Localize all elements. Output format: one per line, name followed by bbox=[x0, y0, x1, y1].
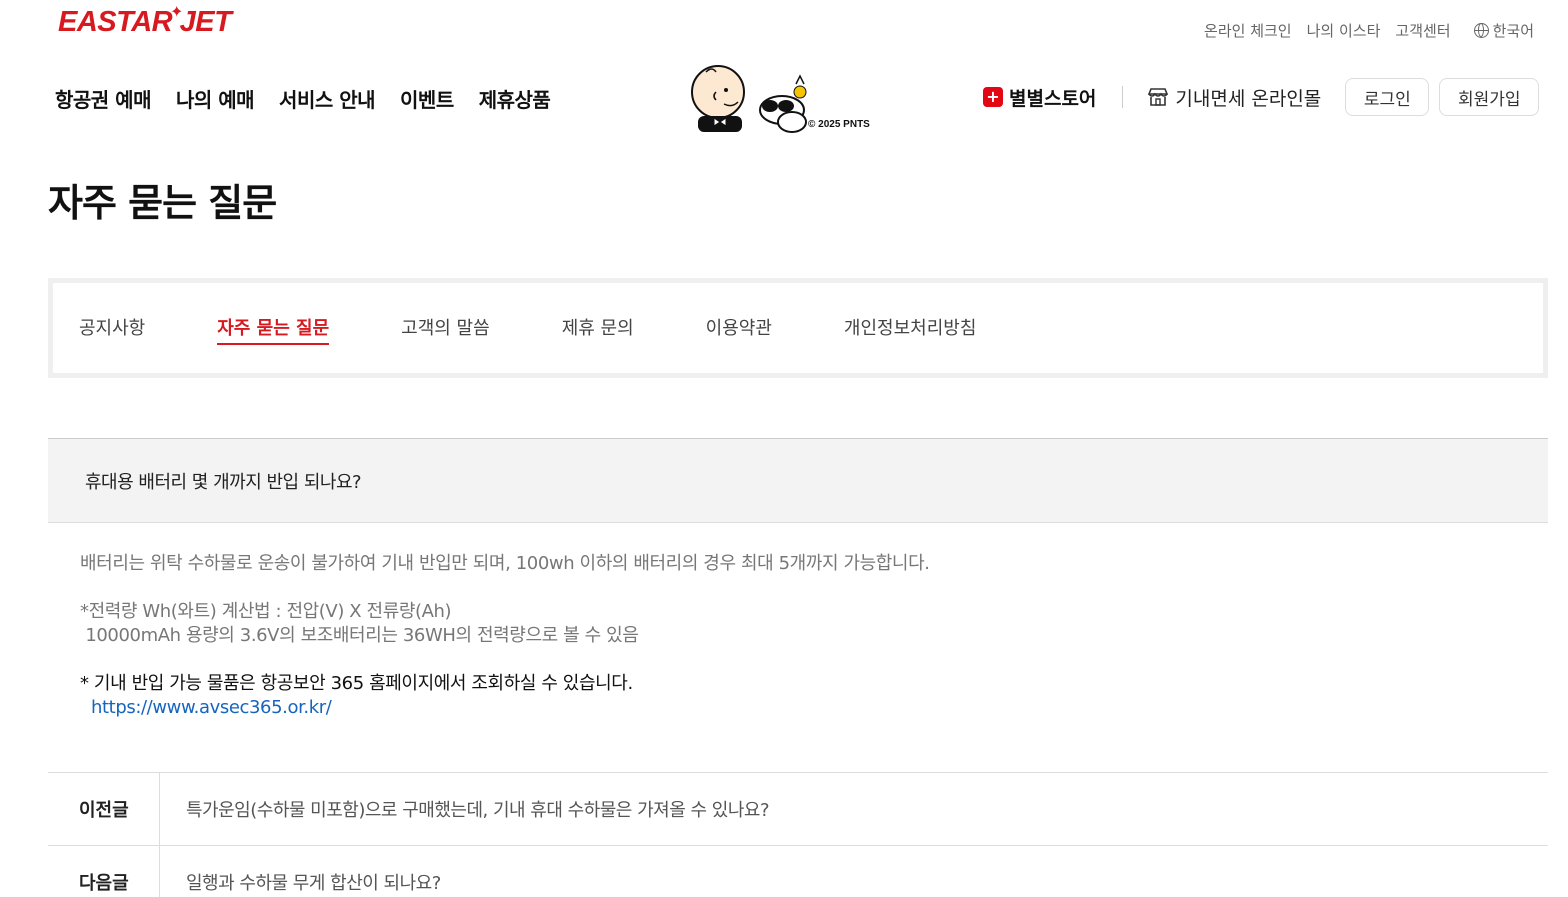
shop-icon bbox=[1148, 88, 1169, 106]
answer-text: *전력량 Wh(와트) 계산법 : 전압(V) X 전류량(Ah) bbox=[80, 601, 452, 622]
page-title: 자주 묻는 질문 bbox=[48, 181, 277, 225]
tab-privacy-policy[interactable]: 개인정보처리방침 bbox=[844, 314, 976, 342]
language-selector[interactable]: 한국어 bbox=[1473, 20, 1534, 41]
faq-question: 휴대용 배터리 몇 개까지 반입 되나요? bbox=[48, 438, 1548, 523]
answer-text: 10000mAh 용량의 3.6V의 보조배터리는 36WH의 전력량으로 볼 … bbox=[80, 625, 639, 646]
prev-post-row: 이전글 특가운임(수하물 미포함)으로 구매했는데, 기내 휴대 수하물은 가져… bbox=[48, 772, 1548, 845]
next-post-row: 다음글 일행과 수하물 무게 합산이 되나요? bbox=[48, 845, 1548, 897]
prev-post-link[interactable]: 특가운임(수하물 미포함)으로 구매했는데, 기내 휴대 수하물은 가져올 수 … bbox=[160, 796, 770, 822]
next-post-link[interactable]: 일행과 수하물 무게 합산이 되나요? bbox=[160, 869, 441, 895]
nav-event[interactable]: 이벤트 bbox=[400, 84, 454, 113]
util-customer-center[interactable]: 고객센터 bbox=[1395, 20, 1450, 41]
globe-icon bbox=[1473, 23, 1489, 38]
tab-terms[interactable]: 이용약관 bbox=[706, 314, 772, 342]
answer-text: 배터리는 위탁 수하물로 운송이 불가하여 기내 반입만 되며, 100wh 이… bbox=[80, 553, 930, 574]
util-my-eastar[interactable]: 나의 이스타 bbox=[1307, 20, 1381, 41]
util-online-checkin[interactable]: 온라인 체크인 bbox=[1204, 20, 1292, 41]
avsec365-link[interactable]: https://www.avsec365.or.kr/ bbox=[91, 697, 332, 718]
dutyfree-label: 기내면세 온라인몰 bbox=[1175, 87, 1322, 110]
answer-text: * 기내 반입 가능 물품은 항공보안 365 홈페이지에서 조회하실 수 있습… bbox=[80, 673, 633, 694]
eastar-jet-logo[interactable]: EASTAR JET ✦ bbox=[58, 2, 232, 39]
login-button[interactable]: 로그인 bbox=[1345, 78, 1430, 116]
tab-partnership-inquiry[interactable]: 제휴 문의 bbox=[562, 314, 634, 342]
tab-faq[interactable]: 자주 묻는 질문 bbox=[217, 314, 329, 345]
header-right-nav: + 별별스토어 기내면세 온라인몰 로그인 회원가입 bbox=[983, 78, 1540, 116]
nav-my-booking[interactable]: 나의 예매 bbox=[176, 84, 255, 113]
tab-customer-voice[interactable]: 고객의 말씀 bbox=[401, 314, 490, 342]
faq-answer: 배터리는 위탁 수하물로 운송이 불가하여 기내 반입만 되며, 100wh 이… bbox=[80, 552, 1540, 720]
nav-flight-booking[interactable]: 항공권 예매 bbox=[55, 84, 151, 113]
divider bbox=[1122, 86, 1124, 108]
star-store-link[interactable]: + 별별스토어 bbox=[983, 84, 1096, 111]
dutyfree-link[interactable]: 기내면세 온라인몰 bbox=[1147, 84, 1321, 111]
signup-button[interactable]: 회원가입 bbox=[1439, 78, 1540, 116]
nav-service-info[interactable]: 서비스 안내 bbox=[279, 84, 375, 113]
prev-post-label: 이전글 bbox=[48, 773, 160, 845]
board-tabs: 공지사항 자주 묻는 질문 고객의 말씀 제휴 문의 이용약관 개인정보처리방침 bbox=[48, 278, 1548, 378]
plus-icon: + bbox=[983, 87, 1003, 107]
peanuts-copyright: © 2025 PNTS bbox=[808, 119, 870, 130]
next-post-label: 다음글 bbox=[48, 846, 160, 897]
star-icon: ✦ bbox=[170, 2, 184, 21]
nav-partner-products[interactable]: 제휴상품 bbox=[479, 84, 551, 113]
utility-nav: 온라인 체크인 나의 이스타 고객센터 한국어 bbox=[1204, 20, 1534, 41]
main-nav: 항공권 예매 나의 예매 서비스 안내 이벤트 제휴상품 bbox=[55, 84, 551, 113]
language-label: 한국어 bbox=[1492, 22, 1534, 40]
star-store-label: 별별스토어 bbox=[1009, 87, 1097, 110]
tab-notice[interactable]: 공지사항 bbox=[79, 314, 145, 342]
logo-text: EASTAR JET bbox=[58, 6, 232, 38]
